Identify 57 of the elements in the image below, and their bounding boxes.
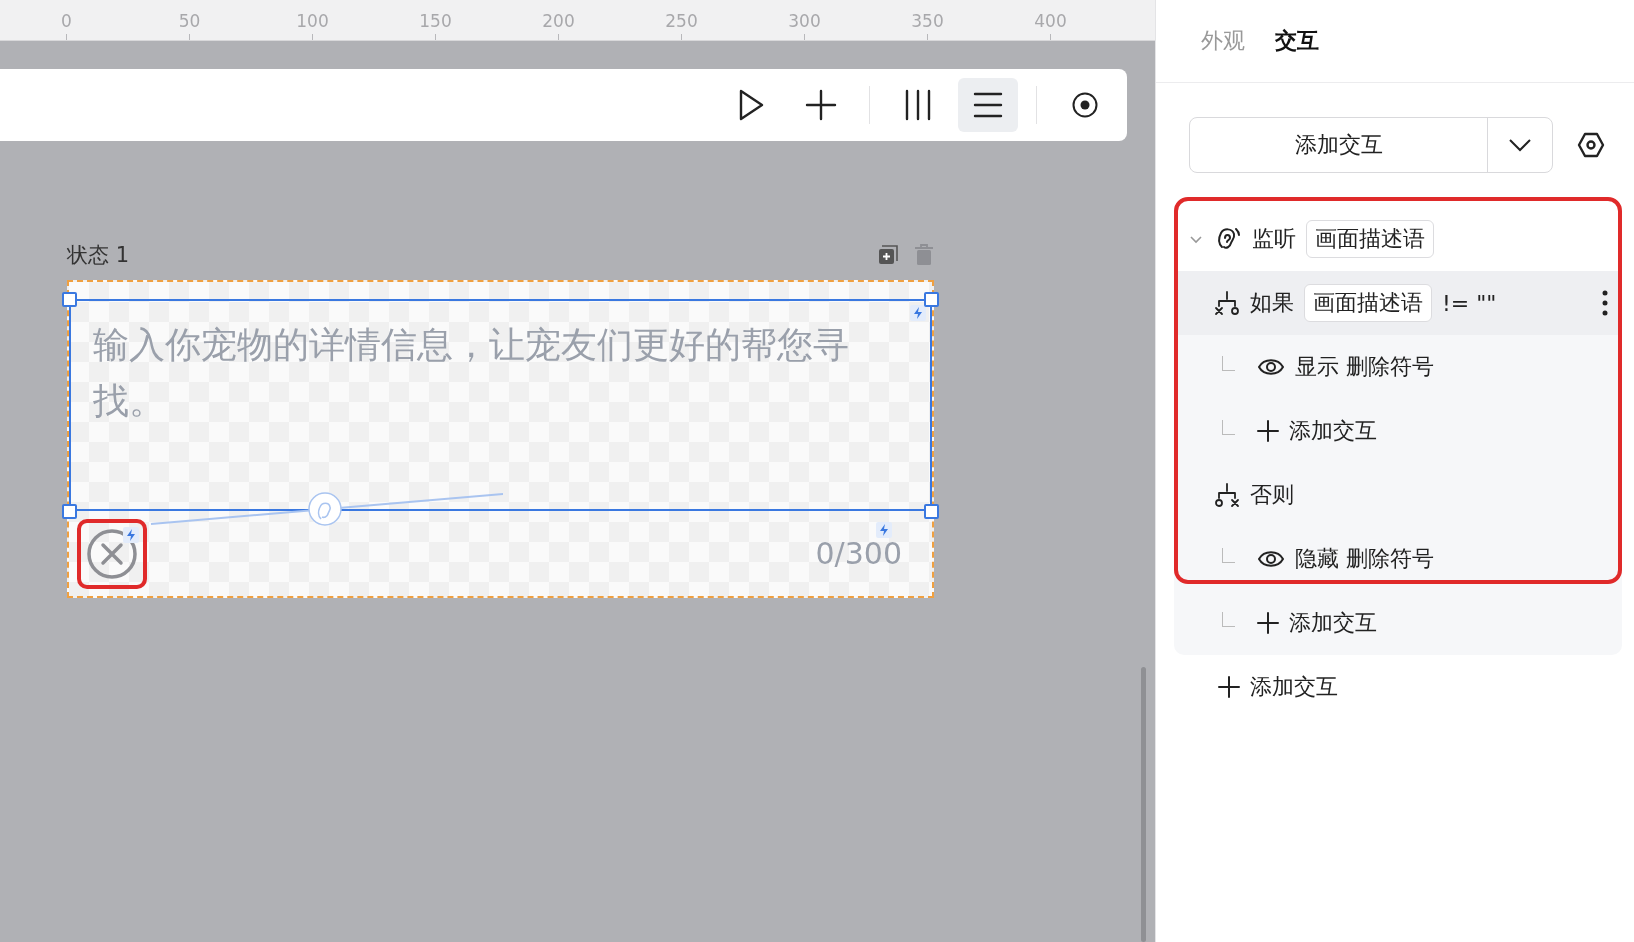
action-label: 显示 删除符号 bbox=[1295, 353, 1434, 381]
add-interaction-label: 添加交互 bbox=[1289, 417, 1377, 445]
more-icon[interactable] bbox=[1602, 290, 1608, 316]
add-interaction-button[interactable]: 添加交互 bbox=[1190, 118, 1488, 172]
columns-icon bbox=[903, 89, 933, 121]
condition-row[interactable]: 否则 bbox=[1174, 463, 1622, 527]
add-interaction-label: 添加交互 bbox=[1250, 673, 1338, 701]
eye-icon bbox=[1257, 549, 1285, 569]
bolt-icon bbox=[876, 522, 892, 538]
add-interaction-label: 添加交互 bbox=[1289, 609, 1377, 637]
listener-row[interactable]: 监听 画面描述语 bbox=[1174, 207, 1622, 271]
branch-icon bbox=[1214, 290, 1240, 316]
duplicate-icon[interactable] bbox=[878, 245, 898, 265]
toolbar-button[interactable] bbox=[958, 78, 1018, 132]
ruler-label: 350 bbox=[911, 13, 944, 30]
bolt-icon bbox=[123, 526, 139, 543]
ruler-label: 0 bbox=[61, 13, 72, 30]
bolt-icon bbox=[910, 305, 926, 321]
ruler-label: 250 bbox=[665, 13, 698, 30]
variable-chip[interactable]: 画面描述语 bbox=[1306, 220, 1434, 258]
resize-handle[interactable] bbox=[924, 504, 939, 519]
add-interaction-row[interactable]: 添加交互 bbox=[1174, 591, 1622, 655]
state-label: 状态 1 bbox=[67, 242, 131, 269]
eye-icon bbox=[1257, 357, 1285, 377]
target-icon bbox=[1071, 91, 1099, 119]
variable-chip[interactable]: 画面描述语 bbox=[1304, 284, 1432, 322]
add-interaction-row[interactable]: 添加交互 bbox=[1174, 655, 1622, 719]
plus-icon bbox=[804, 88, 838, 122]
scrollbar[interactable] bbox=[1141, 667, 1146, 942]
text-input[interactable]: 输入你宠物的详情信息，让宠友们更好的帮您寻找。 bbox=[71, 301, 930, 509]
plus-icon bbox=[1257, 420, 1279, 442]
resize-handle[interactable] bbox=[62, 292, 77, 307]
ruler-label: 50 bbox=[178, 13, 201, 30]
plus-icon bbox=[1218, 676, 1240, 698]
action-label: 隐藏 删除符号 bbox=[1295, 545, 1434, 573]
ruler-label: 150 bbox=[419, 13, 452, 30]
condition-label: 否则 bbox=[1250, 481, 1294, 509]
condition-label: 如果 bbox=[1250, 289, 1294, 317]
condition-expression: != "" bbox=[1442, 290, 1497, 316]
ruler-label: 100 bbox=[296, 13, 329, 30]
ruler-label: 300 bbox=[788, 13, 821, 30]
character-counter: 0/300 bbox=[815, 536, 902, 571]
rows-icon bbox=[973, 91, 1003, 119]
action-row[interactable]: 显示 删除符号 bbox=[1174, 335, 1622, 399]
chevron-down-icon bbox=[1508, 138, 1532, 152]
ruler-label: 200 bbox=[542, 13, 575, 30]
close-icon[interactable] bbox=[86, 527, 138, 580]
action-row[interactable]: 隐藏 删除符号 bbox=[1174, 527, 1622, 591]
settings-icon[interactable] bbox=[1577, 131, 1605, 159]
resize-handle[interactable] bbox=[62, 504, 77, 519]
plus-icon bbox=[1257, 612, 1279, 634]
branch-icon bbox=[1214, 482, 1240, 508]
ruler-label: 400 bbox=[1034, 13, 1067, 30]
resize-handle[interactable] bbox=[924, 292, 939, 307]
panel-tab[interactable]: 交互 bbox=[1275, 26, 1319, 56]
listener-label: 监听 bbox=[1252, 225, 1296, 253]
add-interaction-row[interactable]: 添加交互 bbox=[1174, 399, 1622, 463]
